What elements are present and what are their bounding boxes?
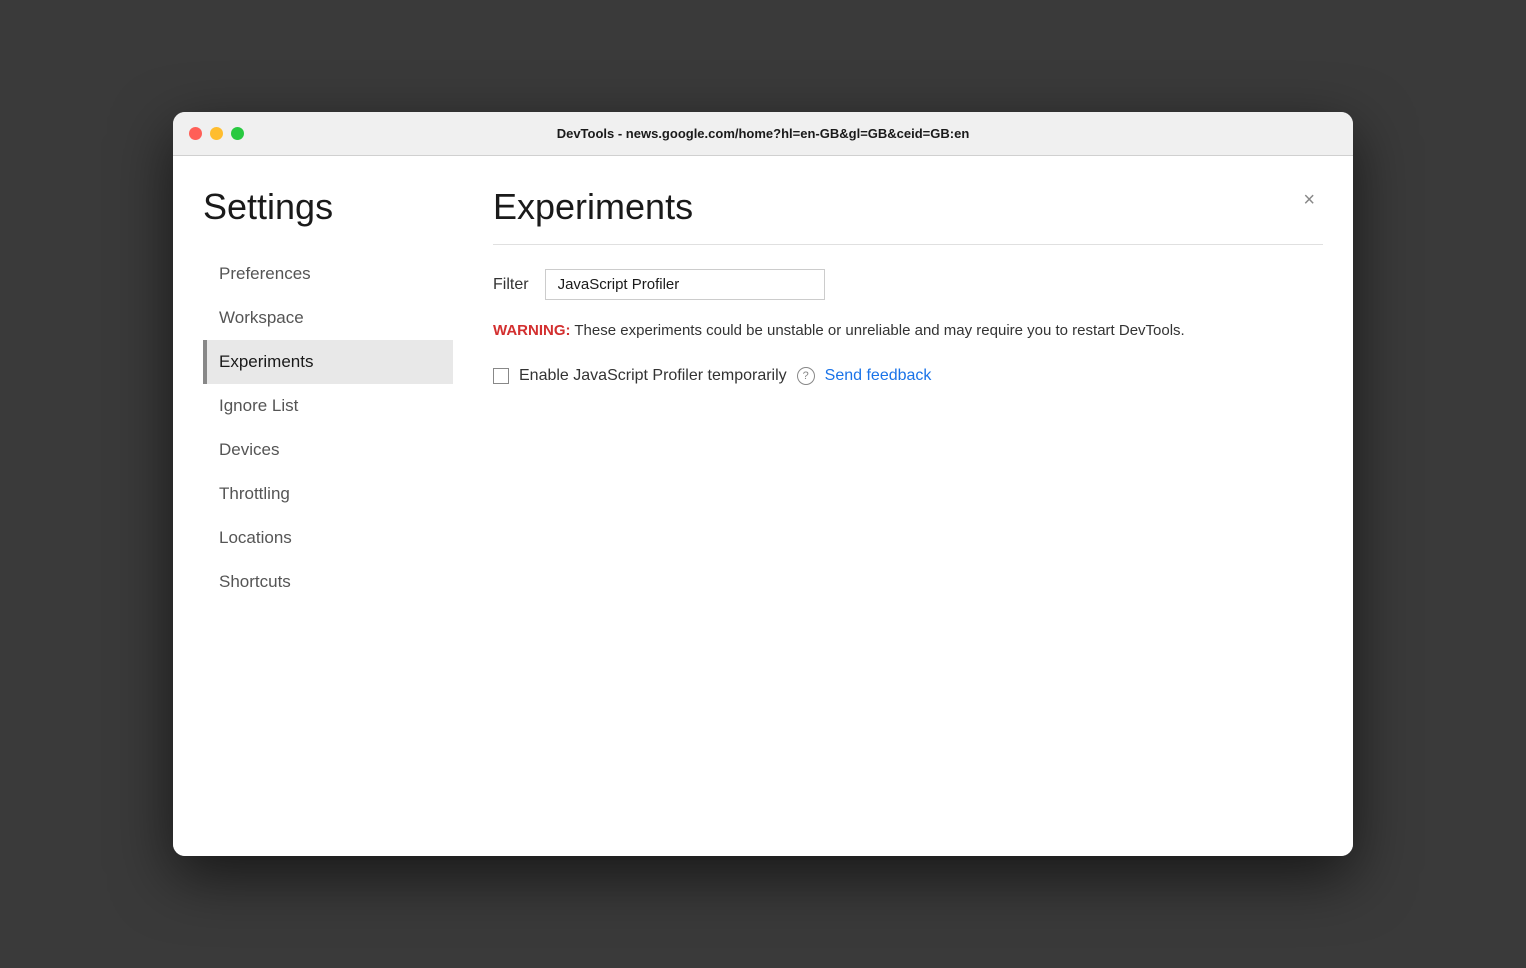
settings-container: Settings Preferences Workspace Experimen… [173, 156, 1353, 856]
experiment-label: Enable JavaScript Profiler temporarily [519, 367, 787, 385]
filter-row: Filter [493, 269, 1323, 300]
main-header: Experiments × [493, 186, 1323, 228]
section-title: Experiments [493, 186, 693, 228]
warning-text: WARNING: These experiments could be unst… [493, 320, 1323, 343]
divider [493, 244, 1323, 245]
main-content: Experiments × Filter WARNING: These expe… [453, 186, 1323, 826]
sidebar: Settings Preferences Workspace Experimen… [203, 186, 453, 826]
sidebar-item-ignore-list[interactable]: Ignore List [203, 384, 453, 428]
close-traffic-light[interactable] [189, 127, 202, 140]
filter-input[interactable] [545, 269, 825, 300]
experiment-row: Enable JavaScript Profiler temporarily ?… [493, 367, 1323, 385]
warning-body: These experiments could be unstable or u… [571, 322, 1185, 339]
sidebar-title: Settings [203, 186, 453, 228]
js-profiler-checkbox[interactable] [493, 368, 509, 384]
filter-label: Filter [493, 276, 529, 294]
close-button[interactable]: × [1295, 186, 1323, 214]
minimize-traffic-light[interactable] [210, 127, 223, 140]
sidebar-item-experiments[interactable]: Experiments [203, 340, 453, 384]
sidebar-item-workspace[interactable]: Workspace [203, 296, 453, 340]
window-title: DevTools - news.google.com/home?hl=en-GB… [557, 126, 970, 141]
devtools-window: DevTools - news.google.com/home?hl=en-GB… [173, 112, 1353, 856]
sidebar-nav: Preferences Workspace Experiments Ignore… [203, 252, 453, 604]
sidebar-item-preferences[interactable]: Preferences [203, 252, 453, 296]
sidebar-item-locations[interactable]: Locations [203, 516, 453, 560]
warning-label: WARNING: [493, 322, 571, 339]
maximize-traffic-light[interactable] [231, 127, 244, 140]
help-icon[interactable]: ? [797, 367, 815, 385]
title-bar: DevTools - news.google.com/home?hl=en-GB… [173, 112, 1353, 156]
traffic-lights [189, 127, 244, 140]
sidebar-item-shortcuts[interactable]: Shortcuts [203, 560, 453, 604]
send-feedback-link[interactable]: Send feedback [825, 367, 932, 385]
sidebar-item-devices[interactable]: Devices [203, 428, 453, 472]
sidebar-item-throttling[interactable]: Throttling [203, 472, 453, 516]
window-content: Settings Preferences Workspace Experimen… [173, 156, 1353, 856]
